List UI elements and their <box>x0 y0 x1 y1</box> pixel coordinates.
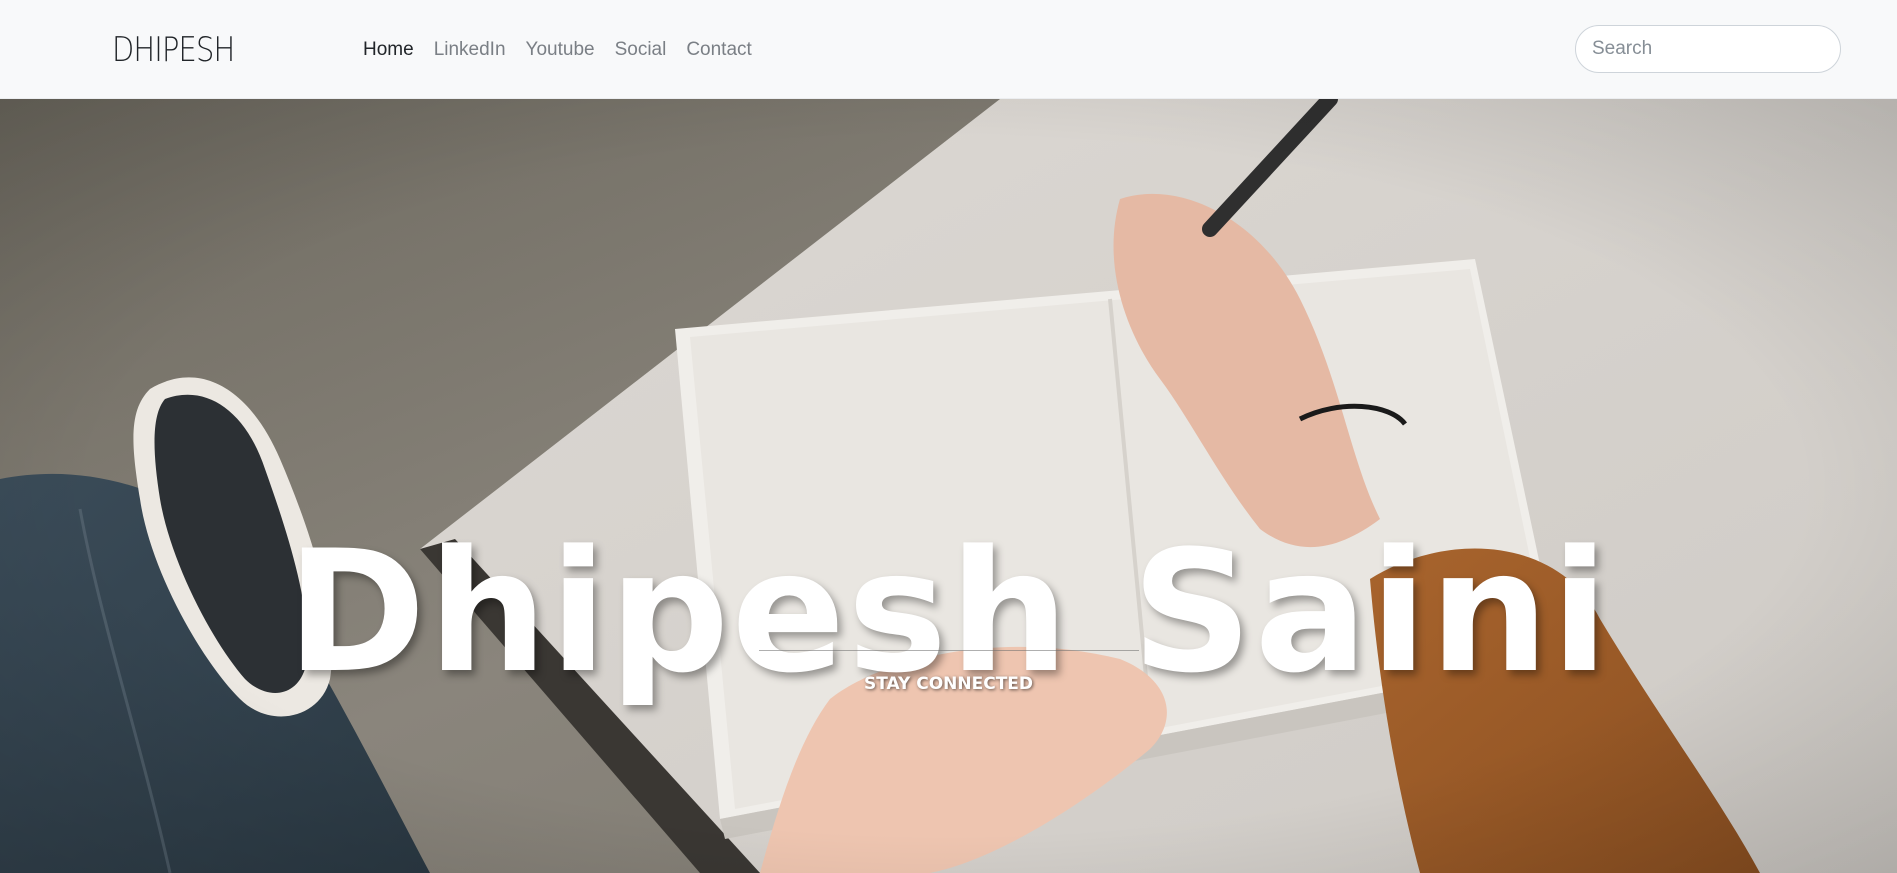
hero-section: Dhipesh Saini STAY CONNECTED <box>0 99 1897 873</box>
hero-background-image <box>0 99 1897 873</box>
search-input[interactable] <box>1575 25 1841 73</box>
nav-menu: Home LinkedIn Youtube Social Contact <box>363 36 762 64</box>
nav-item-contact: Contact <box>676 36 761 64</box>
hero-divider <box>759 650 1139 651</box>
nav-link-linkedin[interactable]: LinkedIn <box>424 36 516 64</box>
navbar: DHIPESH Home LinkedIn Youtube Social Con… <box>0 0 1897 99</box>
nav-item-youtube: Youtube <box>516 36 605 64</box>
nav-link-social[interactable]: Social <box>605 36 677 64</box>
nav-link-contact[interactable]: Contact <box>676 36 761 64</box>
nav-item-social: Social <box>605 36 677 64</box>
nav-item-linkedin: LinkedIn <box>424 36 516 64</box>
brand-logo[interactable]: DHIPESH <box>112 30 235 70</box>
nav-item-home: Home <box>363 36 424 64</box>
hero-tagline: STAY CONNECTED <box>863 674 1034 694</box>
nav-link-home[interactable]: Home <box>363 36 424 64</box>
nav-link-youtube[interactable]: Youtube <box>516 36 605 64</box>
